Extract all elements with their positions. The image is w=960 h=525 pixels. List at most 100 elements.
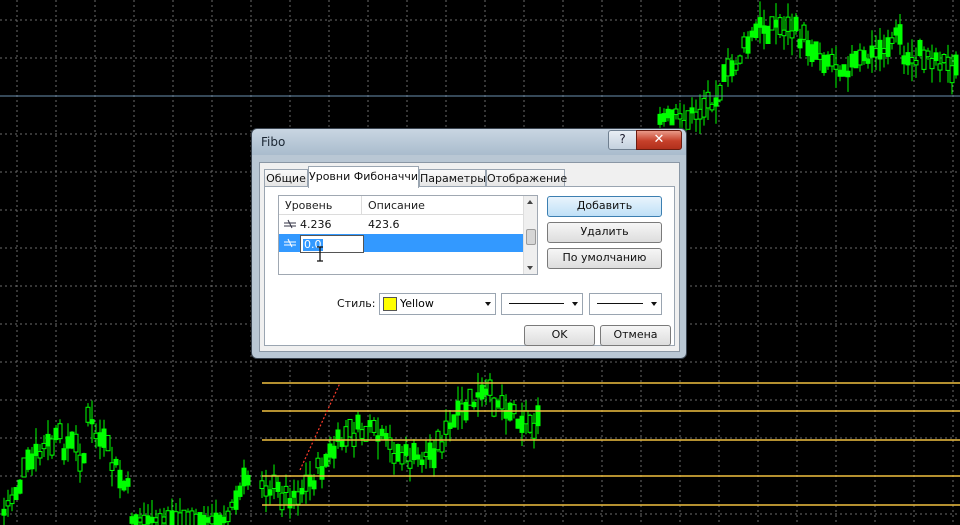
levels-list[interactable]: Уровень Описание 4.236 423.6 0.0: [278, 195, 538, 275]
candle-body: [785, 16, 791, 32]
candle-body: [821, 54, 827, 74]
candle-body: [201, 514, 207, 525]
tab-parameters[interactable]: Параметры: [419, 169, 486, 187]
candle-body: [817, 53, 823, 60]
scroll-thumb[interactable]: [526, 229, 536, 245]
column-separator[interactable]: [361, 196, 362, 214]
line-width-select[interactable]: [589, 293, 662, 315]
candle-body: [953, 54, 959, 76]
candle-body: [287, 498, 293, 509]
dialog-titlebar[interactable]: Fibo ? ✕: [252, 129, 686, 155]
candle-body: [471, 401, 477, 408]
candle-body: [5, 500, 11, 507]
candle-body: [85, 406, 91, 423]
default-levels-button[interactable]: По умолчанию: [547, 248, 662, 269]
add-level-button[interactable]: Добавить: [547, 196, 662, 217]
level-row[interactable]: 4.236 423.6: [279, 215, 523, 233]
candle-body: [937, 63, 943, 71]
fibonacci-lines: [262, 382, 960, 506]
candle-body: [133, 514, 139, 525]
candle-body: [25, 449, 31, 470]
candle-body: [455, 400, 461, 416]
candle-body: [311, 480, 317, 490]
candle-body: [697, 108, 703, 120]
candle-body: [49, 438, 55, 456]
line-width-preview: [597, 303, 643, 304]
candle-body: [897, 24, 903, 45]
level-description: 423.6: [368, 218, 400, 231]
candle-body: [941, 54, 947, 64]
candle-body: [777, 17, 783, 35]
candle-body: [861, 50, 867, 62]
candle-body: [157, 513, 163, 525]
candle-body: [737, 55, 743, 64]
tab-fibonacci-levels[interactable]: Уровни Фибоначчи: [308, 166, 419, 188]
candle-body: [741, 36, 747, 49]
fibo-level-icon: [284, 219, 296, 229]
close-button[interactable]: ✕: [636, 130, 682, 150]
tab-general[interactable]: Общие: [264, 169, 308, 187]
candle-body: [391, 453, 397, 464]
level-value-input[interactable]: 0.0: [300, 235, 364, 253]
candle-body: [279, 492, 285, 511]
candle-body: [769, 16, 775, 31]
candle-body: [363, 425, 369, 442]
scroll-down-icon[interactable]: [527, 266, 533, 270]
candle-body: [833, 64, 839, 70]
candle-body: [205, 517, 211, 523]
level-value: 4.236: [300, 218, 332, 231]
column-level-header[interactable]: Уровень: [285, 199, 332, 212]
candle-body: [881, 48, 887, 55]
candle-body: [181, 509, 187, 525]
help-button[interactable]: ?: [608, 130, 637, 150]
candle-body: [877, 39, 883, 60]
candle-body: [801, 24, 807, 40]
candle-body: [73, 433, 79, 453]
candle-body: [479, 384, 485, 400]
candle-body: [21, 457, 27, 478]
candle-body: [865, 58, 871, 64]
tab-display[interactable]: Отображение: [486, 169, 567, 187]
color-swatch: [383, 297, 397, 311]
candle-body: [929, 58, 935, 70]
ok-button[interactable]: OK: [524, 325, 595, 346]
column-description-header[interactable]: Описание: [368, 199, 425, 212]
candle-body: [189, 510, 195, 525]
delete-level-button[interactable]: Удалить: [547, 222, 662, 243]
candle-body: [765, 25, 771, 45]
candle-body: [57, 423, 63, 440]
candle-body: [661, 113, 667, 122]
candle-body: [853, 50, 859, 69]
candle-body: [97, 432, 103, 447]
candle-body: [359, 429, 365, 439]
cancel-button[interactable]: Отмена: [600, 325, 671, 346]
candle-body: [283, 485, 289, 493]
candle-body: [701, 98, 707, 118]
candle-body: [327, 443, 333, 458]
candle-body: [169, 510, 175, 525]
candle-body: [415, 454, 421, 460]
candle-body: [933, 52, 939, 61]
scroll-up-icon[interactable]: [527, 200, 533, 204]
candle-body: [41, 442, 47, 450]
levels-list-scrollbar[interactable]: [523, 196, 537, 274]
candle-body: [267, 489, 273, 496]
candle-body: [427, 442, 433, 460]
candle-body: [81, 453, 87, 464]
candle-body: [849, 53, 855, 68]
candle-body: [889, 37, 895, 44]
candle-body: [753, 23, 759, 39]
candle-body: [347, 418, 353, 438]
candle-body: [809, 44, 815, 63]
chevron-down-icon: [572, 302, 578, 306]
candle-body: [105, 434, 111, 452]
color-select[interactable]: Yellow: [379, 293, 496, 315]
candle-body: [793, 16, 799, 32]
candle-body: [383, 433, 389, 440]
candle-body: [101, 428, 107, 448]
candle-body: [371, 419, 377, 433]
line-style-select[interactable]: [501, 293, 583, 315]
candle-body: [693, 111, 699, 120]
candle-body: [229, 501, 235, 508]
candle-body: [69, 431, 75, 449]
